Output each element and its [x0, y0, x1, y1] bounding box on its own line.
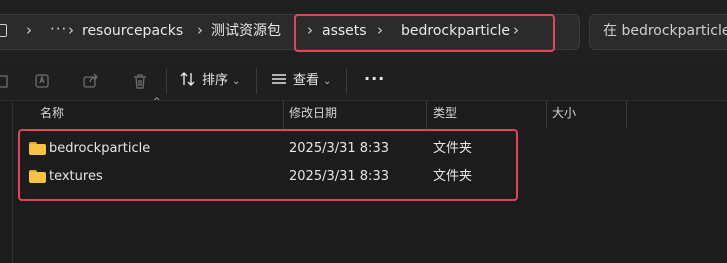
breadcrumb-separator[interactable]: › [513, 20, 519, 40]
navigation-pane-edge[interactable] [0, 101, 13, 263]
sort-label: 排序 [202, 73, 229, 88]
sort-ascending-icon: ^ [153, 97, 161, 107]
toolbar-divider [166, 68, 167, 94]
column-header-type[interactable]: 类型 [433, 104, 457, 122]
delete-icon[interactable] [131, 72, 149, 90]
file-type: 文件夹 [433, 141, 473, 156]
sort-icon [180, 72, 195, 86]
sort-button[interactable]: 排序 ⌄ [180, 71, 240, 91]
chevron-down-icon: ⌄ [323, 76, 332, 87]
column-divider[interactable] [546, 101, 547, 129]
folder-icon [29, 170, 46, 183]
breadcrumb-separator[interactable]: › [197, 20, 203, 40]
column-header-size[interactable]: 大小 [552, 104, 576, 122]
breadcrumb-separator[interactable]: › [68, 20, 74, 40]
share-icon[interactable] [82, 72, 100, 90]
rename-icon[interactable] [34, 72, 52, 90]
view-button[interactable]: 查看 ⌄ [271, 71, 331, 91]
search-placeholder[interactable]: 在 bedrockparticle 中 [603, 22, 727, 40]
breadcrumb-separator[interactable]: › [377, 20, 383, 40]
file-type: 文件夹 [433, 169, 473, 184]
breadcrumb-assets[interactable]: assets [322, 22, 367, 40]
breadcrumb-test-pack[interactable]: 测试资源包 [211, 22, 281, 40]
folder-icon [29, 142, 46, 155]
more-options-button[interactable]: ··· [364, 70, 385, 88]
column-header-modified[interactable]: 修改日期 [289, 104, 337, 122]
column-divider[interactable] [426, 101, 427, 129]
chevron-down-icon: ⌄ [232, 76, 241, 87]
new-icon[interactable] [0, 72, 14, 90]
view-icon [272, 74, 286, 84]
this-pc-icon[interactable] [0, 24, 7, 37]
toolbar-divider [256, 68, 257, 94]
view-label: 查看 [293, 73, 320, 88]
column-divider[interactable] [283, 101, 284, 129]
file-modified: 2025/3/31 8:33 [289, 141, 389, 156]
breadcrumb-bedrockparticle[interactable]: bedrockparticle [401, 22, 510, 40]
breadcrumb-overflow-button[interactable]: ··· [50, 20, 67, 38]
file-name[interactable]: bedrockparticle [49, 140, 150, 158]
toolbar-divider [346, 68, 347, 94]
breadcrumb-separator[interactable]: › [307, 20, 313, 40]
file-name[interactable]: textures [49, 168, 103, 186]
column-header-name[interactable]: 名称 [40, 104, 64, 122]
breadcrumb-separator[interactable]: › [26, 20, 32, 40]
column-divider[interactable] [626, 101, 627, 129]
breadcrumb-resourcepacks[interactable]: resourcepacks [82, 22, 183, 40]
file-modified: 2025/3/31 8:33 [289, 169, 389, 184]
